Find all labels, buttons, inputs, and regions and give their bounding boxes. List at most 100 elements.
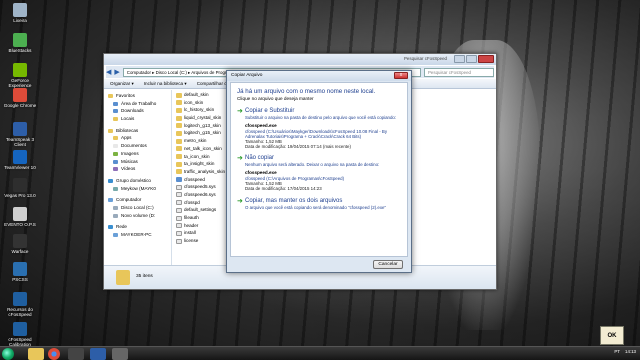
close-button[interactable] (478, 55, 494, 63)
nav-item-label: Novo volume (D: (121, 212, 156, 218)
file-list-item[interactable]: fileauth (173, 214, 231, 222)
desktop-icon[interactable]: cFosSpeed Calibration (2, 322, 38, 347)
nav-item[interactable]: Bibliotecas (104, 127, 171, 135)
desktop-icon[interactable]: GeForce Experience (2, 63, 38, 88)
dialog-footer: Cancelar (227, 258, 411, 272)
nav-item-label: Downloads (121, 108, 144, 114)
file-list-item[interactable]: cfosspeed5.sys (173, 183, 231, 191)
green-arrow-icon: ➜ (237, 197, 243, 205)
desktop-icon[interactable]: TeamSpeak 3 Client (2, 122, 38, 147)
nav-item[interactable]: Novo volume (D: (104, 212, 171, 220)
file-list-item[interactable]: default_settings (173, 206, 231, 214)
green-arrow-icon: ➜ (237, 108, 243, 115)
file-list-item[interactable]: icon_skin (173, 99, 231, 107)
dialog-body: Já há um arquivo com o mesmo nome neste … (230, 82, 408, 257)
option-copy-replace[interactable]: ➜ Copiar e Substituir Substituir o arqui… (237, 108, 401, 149)
search-input[interactable]: Pesquisar cFosSpeed (424, 67, 494, 77)
nav-item-label: Músicas (121, 158, 138, 164)
nav-item[interactable]: Meykow (MAYK0 (104, 185, 171, 193)
folder-icon (176, 138, 182, 144)
desktop-icon-label: EVENTO O.P.S (4, 222, 36, 227)
file-list-item[interactable]: default_skin (173, 91, 231, 99)
file-list-item[interactable]: traffic_analysis_skin (173, 168, 231, 176)
file-list-item[interactable]: cfosspeed6.sys (173, 191, 231, 199)
nav-item[interactable]: Área de Trabalho (104, 100, 171, 108)
desktop-icon[interactable]: BlueStacks (2, 33, 38, 53)
file-list-item[interactable]: logitech_g15_skin (173, 129, 231, 137)
file-list-item[interactable]: install (173, 229, 231, 237)
nav-item[interactable]: Grupo doméstico (104, 177, 171, 185)
ok-badge: OK (600, 326, 624, 345)
desktop-icon[interactable]: Google Chrome (2, 88, 38, 108)
desktop-icon[interactable]: TeamViewer 10 (2, 150, 38, 170)
cancel-button[interactable]: Cancelar (373, 260, 403, 269)
nav-item-icon (108, 198, 113, 203)
taskbar-media-icon[interactable] (68, 348, 84, 360)
file-list-item[interactable]: cfosspd (173, 199, 231, 207)
nav-item[interactable]: Downloads (104, 107, 171, 115)
file-list-item[interactable]: cfosspeed (173, 176, 231, 184)
desktop-icon[interactable]: Recursos do cFosSpeed (2, 292, 38, 317)
taskbar-chrome-icon[interactable] (48, 348, 60, 360)
nav-item[interactable]: Imagens (104, 150, 171, 158)
nav-item-icon (113, 101, 118, 106)
nav-item[interactable]: Vídeos (104, 165, 171, 173)
folder-icon (176, 115, 182, 121)
include-library-menu[interactable]: Incluir na biblioteca ▾ (144, 81, 187, 87)
nav-item[interactable]: Rede (104, 223, 171, 231)
dialog-close-button[interactable]: x (394, 72, 408, 79)
file-list-item[interactable]: header (173, 222, 231, 230)
file-name: icon_skin (184, 99, 204, 105)
minimize-button[interactable] (454, 55, 465, 63)
nav-item[interactable]: Apps (104, 134, 171, 142)
organize-menu[interactable]: Organizar ▾ (110, 81, 134, 87)
navigation-pane: Favoritos Área de Trabalho Downloads Locais… (104, 90, 172, 277)
explorer-window-buttons (454, 55, 494, 63)
desktop-icon[interactable]: Warface (2, 234, 38, 254)
nav-item[interactable]: Favoritos (104, 92, 171, 100)
file-path: cfosspeed (C:\Usuários\Maykger\Downloads… (245, 128, 388, 139)
taskbar-app-icon[interactable] (112, 348, 128, 360)
file-name: fileauth (184, 215, 199, 220)
nav-item[interactable]: Computador (104, 196, 171, 204)
file-list-item[interactable]: liquid_crystal_skin (173, 114, 231, 122)
option-dont-copy[interactable]: ➜ Não copiar Nenhum arquivo será alterad… (237, 155, 401, 191)
nav-item-label: Favoritos (116, 93, 135, 98)
app-icon (13, 262, 27, 276)
desktop-icon[interactable]: EVENTO O.P.S (2, 207, 38, 227)
nav-item[interactable]: Locais (104, 115, 171, 123)
desktop-icon[interactable]: Vegas Pro 13.0 (2, 178, 38, 198)
file-name: license (184, 238, 199, 244)
clock[interactable]: 14:13 (625, 349, 636, 354)
nav-item-icon (113, 213, 118, 218)
option-description: Substituir o arquivo na pasta de destino… (245, 115, 397, 120)
forward-arrow-icon[interactable]: ▶ (114, 68, 119, 76)
file-list-item[interactable]: ta_insight_skin (173, 160, 231, 168)
file-list-item[interactable]: ta_icon_skin (173, 153, 231, 161)
file-icon (176, 230, 182, 236)
nav-item-label: Bibliotecas (116, 127, 139, 133)
file-list-item[interactable]: metro_skin (173, 137, 231, 145)
desktop-icon[interactable]: PSCSS (2, 262, 38, 282)
nav-item-icon (113, 144, 118, 149)
nav-item[interactable]: Músicas (104, 158, 171, 166)
nav-item-icon (108, 225, 113, 230)
taskbar-teamspeak-icon[interactable] (90, 348, 106, 360)
file-list-item[interactable]: logitech_g13_skin (173, 122, 231, 130)
maximize-button[interactable] (466, 55, 477, 63)
option-keep-both[interactable]: ➜ Copiar, mas manter os dois arquivos O … (237, 198, 401, 210)
nav-item[interactable]: Documentos (104, 142, 171, 150)
file-list-item[interactable]: lc_history_skin (173, 106, 231, 114)
item-count: 35 itens (136, 274, 153, 279)
desktop-icon-label: BlueStacks (8, 48, 32, 53)
language-indicator[interactable]: PT (614, 349, 620, 354)
file-list-item[interactable]: license (173, 237, 231, 245)
back-arrow-icon[interactable]: ◀ (106, 68, 111, 76)
nav-item[interactable]: MAYKOER-PC (104, 231, 171, 239)
taskbar-explorer-icon[interactable] (28, 348, 44, 360)
dialog-title[interactable]: Copiar Arquivo (227, 71, 411, 81)
start-button[interactable] (2, 348, 14, 360)
desktop-icon[interactable]: Lixeira (2, 3, 38, 23)
nav-item[interactable]: Disco Local (C:) (104, 204, 171, 212)
file-list-item[interactable]: net_talk_icon_skin (173, 145, 231, 153)
